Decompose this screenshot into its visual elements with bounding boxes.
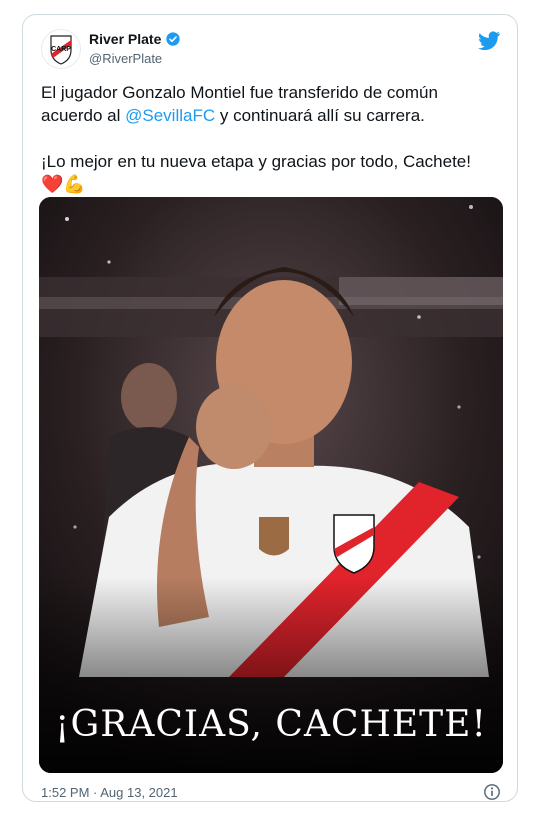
twitter-bird-icon[interactable] (477, 29, 501, 53)
author-names: River Plate @RiverPlate (89, 31, 181, 66)
mention-link[interactable]: @SevillaFC (125, 106, 215, 125)
author-handle[interactable]: @RiverPlate (89, 51, 181, 66)
player-photo (39, 197, 503, 773)
avatar[interactable]: CARP (41, 29, 81, 69)
svg-text:CARP: CARP (51, 46, 71, 53)
author-display-name[interactable]: River Plate (89, 31, 161, 47)
info-icon[interactable] (483, 783, 501, 801)
tweet-text-suffix: y continuará allí su carrera. (215, 106, 425, 125)
tweet-emojis: ❤️💪 (41, 174, 86, 194)
media-banner-text: ¡GRACIAS, CACHETE! (55, 704, 487, 745)
tweet-paragraph-2: ¡Lo mejor en tu nueva etapa y gracias po… (41, 152, 471, 171)
tweet-media-image[interactable]: ¡GRACIAS, CACHETE! (39, 197, 503, 773)
tweet-header: CARP River Plate @RiverPlate (41, 29, 503, 73)
tweet-timestamp[interactable]: 1:52 PM · Aug 13, 2021 (41, 785, 178, 800)
verified-badge-icon (166, 32, 181, 46)
tweet-paragraph-1: El jugador Gonzalo Montiel fue transferi… (41, 81, 501, 127)
tweet-card[interactable]: CARP River Plate @RiverPlate El jugador … (22, 14, 518, 802)
tweet-text: El jugador Gonzalo Montiel fue transferi… (41, 81, 501, 196)
river-plate-crest-icon: CARP (50, 35, 72, 65)
